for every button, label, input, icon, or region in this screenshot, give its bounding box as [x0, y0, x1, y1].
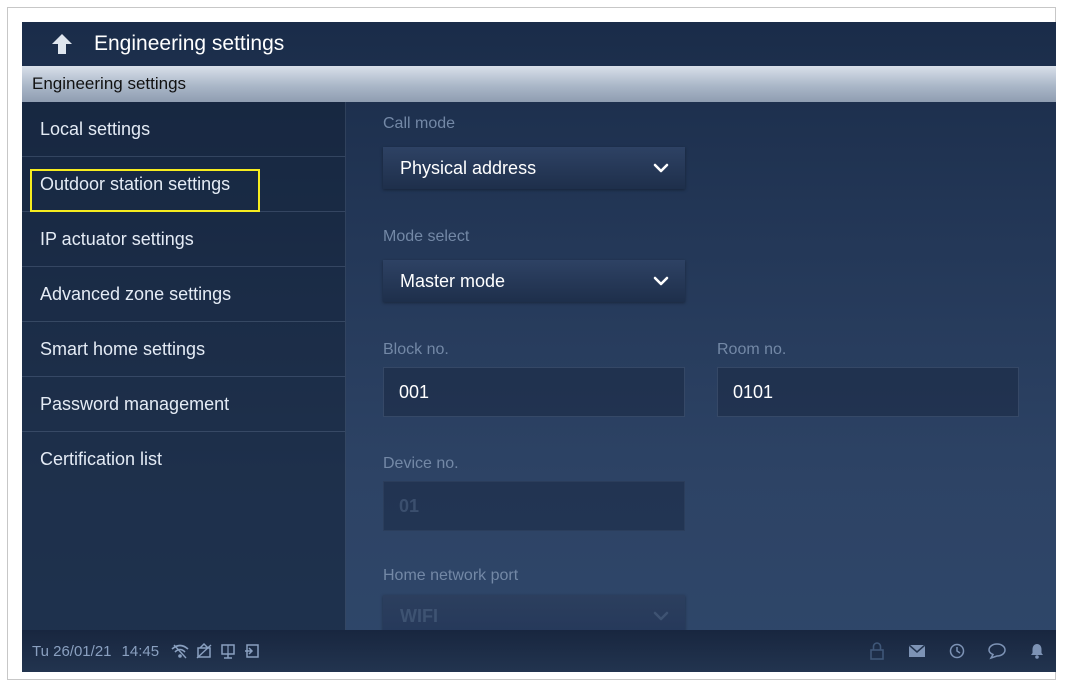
call-mode-value: Physical address [400, 157, 537, 178]
settings-sidebar: Local settings Outdoor station settings … [22, 102, 346, 630]
sidebar-item-smart-home-settings[interactable]: Smart home settings [22, 322, 345, 377]
home-network-port-label: Home network port [383, 567, 519, 584]
sidebar-item-label: Smart home settings [40, 338, 206, 359]
mode-select-value: Master mode [400, 270, 506, 291]
home-network-port-value: WIFI [400, 605, 438, 626]
device-no-value: 01 [399, 495, 420, 516]
section-header: Engineering settings [22, 66, 1056, 102]
device-no-input: 01 [383, 481, 685, 531]
room-no-input[interactable]: 0101 [717, 367, 1019, 417]
exit-icon[interactable] [241, 640, 263, 662]
chevron-down-icon [653, 158, 669, 179]
sidebar-item-label: Local settings [40, 118, 151, 139]
title-bar: Engineering settings [22, 22, 1056, 66]
status-date: Tu 26/01/21 [32, 642, 112, 660]
status-bar: Tu 26/01/21 14:45 [22, 630, 1056, 672]
chevron-down-icon [653, 271, 669, 292]
sidebar-item-label: Password management [40, 393, 230, 414]
sidebar-item-ip-actuator-settings[interactable]: IP actuator settings [22, 212, 345, 267]
sidebar-item-label: Certification list [40, 449, 163, 469]
block-no-label: Block no. [383, 341, 449, 358]
room-no-value: 0101 [733, 381, 774, 402]
mode-select-label: Mode select [383, 228, 470, 245]
monitor-icon [217, 640, 239, 662]
sidebar-item-advanced-zone-settings[interactable]: Advanced zone settings [22, 267, 345, 322]
call-mode-label: Call mode [383, 115, 456, 132]
mode-select-dropdown[interactable]: Master mode [383, 260, 685, 302]
sidebar-item-local-settings[interactable]: Local settings [22, 102, 345, 157]
room-no-label: Room no. [717, 341, 787, 358]
back-arrow-icon[interactable] [50, 31, 76, 57]
mail-icon[interactable] [906, 640, 928, 662]
status-icons-left [169, 640, 263, 662]
home-network-port-dropdown: WIFI [383, 595, 685, 630]
page-title: Engineering settings [94, 32, 285, 55]
sidebar-item-outdoor-station-settings[interactable]: Outdoor station settings [22, 157, 345, 212]
block-no-input[interactable]: 001 [383, 367, 685, 417]
sidebar-item-label: IP actuator settings [40, 228, 194, 249]
settings-content: Call mode Physical address Mode select M… [346, 102, 1056, 630]
chat-icon[interactable] [986, 640, 1008, 662]
block-no-value: 001 [399, 381, 430, 402]
lock-icon[interactable] [866, 640, 888, 662]
status-icons-right [866, 640, 1048, 662]
sidebar-item-label: Advanced zone settings [40, 283, 232, 304]
status-time: 14:45 [121, 642, 160, 660]
device-screen: Engineering settings Engineering setting… [22, 22, 1056, 672]
chevron-down-icon [653, 606, 669, 627]
call-mode-dropdown[interactable]: Physical address [383, 147, 685, 189]
section-title: Engineering settings [32, 74, 187, 93]
device-no-label: Device no. [383, 455, 459, 472]
history-icon[interactable] [946, 640, 968, 662]
sidebar-item-password-management[interactable]: Password management [22, 377, 345, 432]
wifi-icon [169, 640, 191, 662]
no-disturb-icon [193, 640, 215, 662]
bell-icon[interactable] [1026, 640, 1048, 662]
sidebar-item-certification-list[interactable]: Certification list [22, 432, 345, 487]
sidebar-item-label: Outdoor station settings [40, 173, 231, 194]
